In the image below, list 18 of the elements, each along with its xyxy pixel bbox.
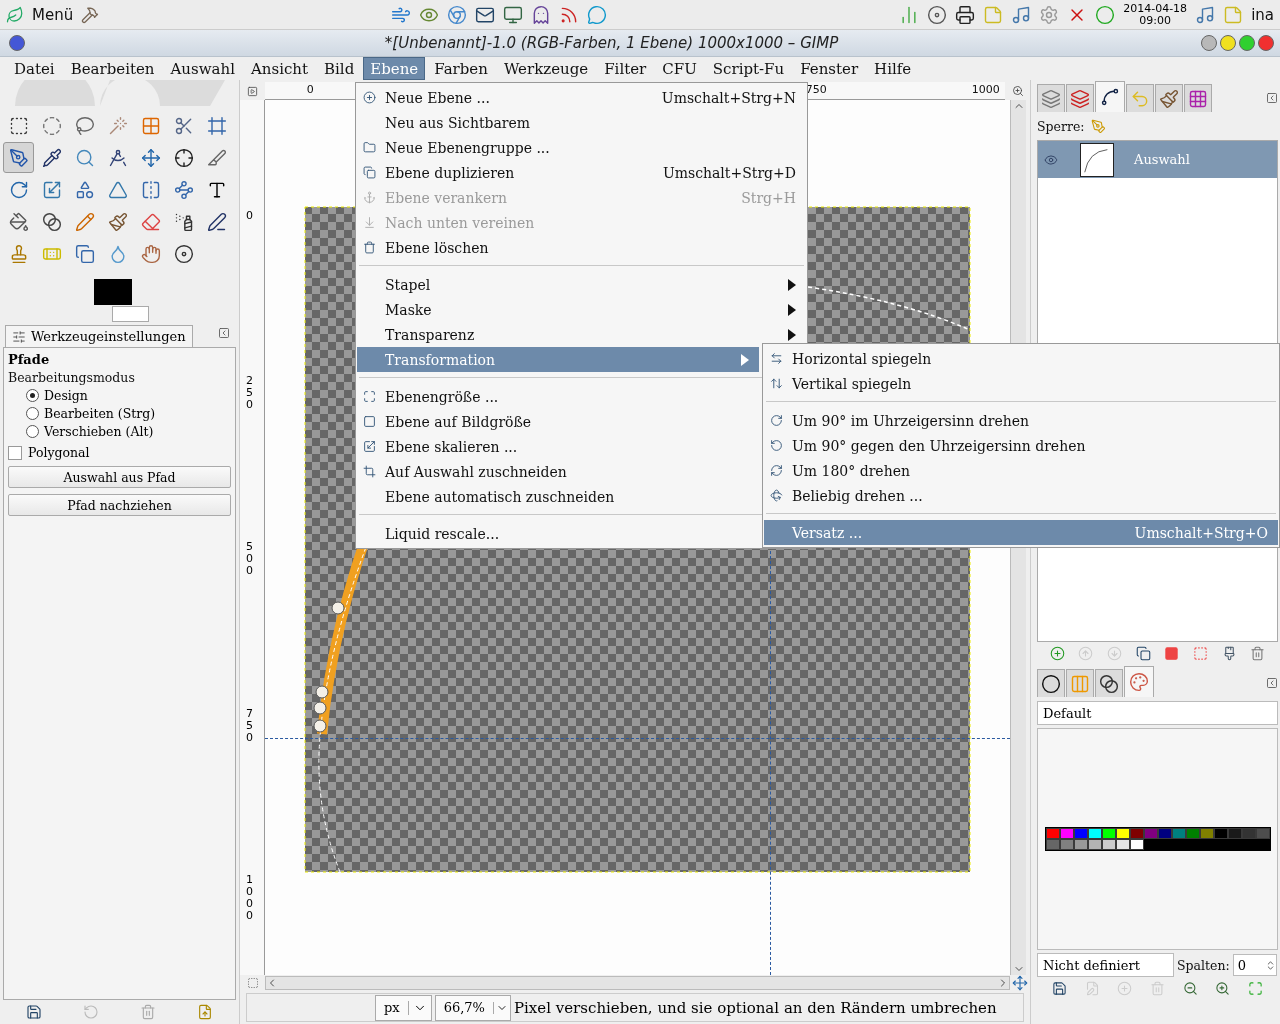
tool-title: Pfade [8, 352, 51, 367]
panel-time: 09:00 [1139, 14, 1171, 27]
ruler-label: 0 [306, 83, 314, 96]
ruler-label: 0 [246, 210, 254, 223]
tab-label: Werkzeugeinstellungen [31, 329, 186, 344]
status-message: Pixel verschieben, und sie optional an den Rändern umbrechen [513, 998, 997, 1017]
panel-date: 2014-04-18 [1123, 2, 1188, 15]
path-name: Auswahl [1134, 152, 1190, 167]
lock-label: Sperre: [1037, 118, 1085, 134]
ruler-label: 1000 [246, 874, 254, 923]
ruler-label: 500 [246, 541, 254, 578]
mode-label: Bearbeitungsmodus [8, 370, 136, 385]
window-title: *[Unbenannt]-1.0 (RGB-Farben, 1 Ebene) 1000x1000 – GIMP [383, 34, 840, 52]
ruler-label: 750 [246, 708, 254, 745]
ruler-label: 750 [805, 83, 827, 96]
ruler-label: 1000 [971, 83, 1000, 96]
ruler-label: 250 [246, 375, 254, 412]
columns-label: Spalten: [1177, 957, 1230, 973]
